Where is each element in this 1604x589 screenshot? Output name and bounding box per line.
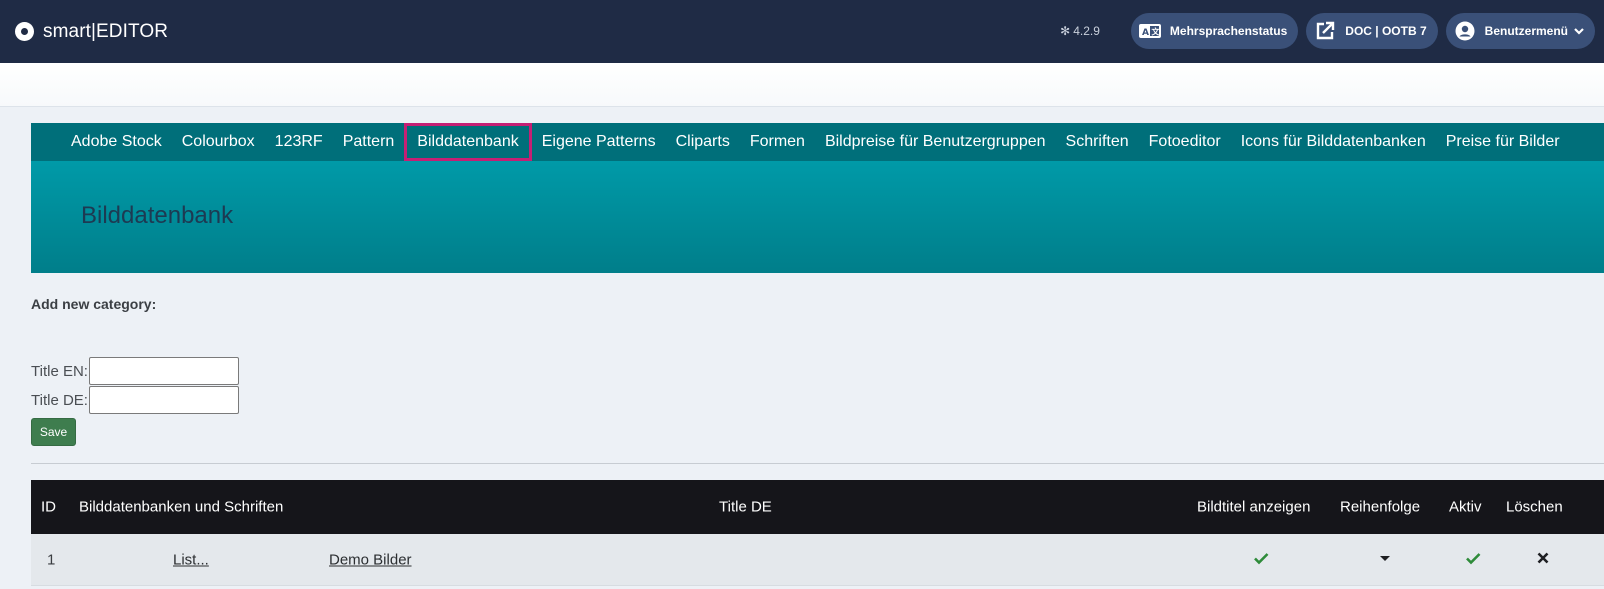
nav-bilddatenbank[interactable]: Bilddatenbank: [404, 123, 532, 161]
doc-ootb-button[interactable]: DOC | OOTB 7: [1306, 13, 1438, 49]
nav-123rf[interactable]: 123RF: [265, 123, 333, 161]
version-label: ✻ 4.2.9: [1060, 24, 1100, 38]
row-title-link[interactable]: Demo Bilder: [329, 551, 412, 568]
check-icon[interactable]: [1465, 550, 1481, 570]
col-aktiv[interactable]: Aktiv: [1449, 499, 1482, 516]
page-banner: Bilddatenbank: [31, 161, 1604, 273]
title-de-row: Title DE:: [31, 386, 239, 414]
table-header: ID Bilddatenbanken und Schriften Title D…: [31, 480, 1604, 534]
nav-eigene-patterns[interactable]: Eigene Patterns: [532, 123, 666, 161]
joomla-icon: ✻: [1060, 24, 1071, 38]
external-link-icon: [1313, 19, 1337, 43]
close-icon[interactable]: [1535, 550, 1551, 570]
brand-name: smart|EDITOR: [43, 20, 169, 42]
nav-cliparts[interactable]: Cliparts: [666, 123, 740, 161]
nav-preise[interactable]: Preise für Bilder: [1436, 123, 1570, 161]
language-icon: A文: [1138, 19, 1162, 43]
title-en-input[interactable]: [88, 357, 239, 385]
nav-bildpreise[interactable]: Bildpreise für Benutzergruppen: [815, 123, 1056, 161]
nav-schriften[interactable]: Schriften: [1056, 123, 1139, 161]
user-menu-button[interactable]: Benutzermenü: [1445, 13, 1595, 49]
col-title-de[interactable]: Title DE: [719, 499, 772, 516]
toolbar-area: [0, 63, 1604, 107]
check-icon[interactable]: [1253, 550, 1269, 570]
nav-formen[interactable]: Formen: [740, 123, 815, 161]
title-en-label: Title EN:: [31, 362, 88, 380]
multilanguage-status-button[interactable]: A文 Mehrsprachenstatus: [1130, 13, 1299, 49]
title-de-label: Title DE:: [31, 391, 88, 409]
category-table: ID Bilddatenbanken und Schriften Title D…: [31, 480, 1604, 586]
svg-text:文: 文: [1151, 27, 1160, 37]
svg-text:A: A: [1142, 28, 1149, 38]
table-row: 1 List... Demo Bilder: [31, 534, 1604, 586]
brand-logo-icon: [15, 22, 34, 41]
nav-fotoeditor[interactable]: Fotoeditor: [1139, 123, 1231, 161]
col-reihenfolge[interactable]: Reihenfolge: [1340, 499, 1420, 516]
user-circle-icon: [1453, 19, 1477, 43]
nav-pattern[interactable]: Pattern: [333, 123, 405, 161]
brand[interactable]: smart|EDITOR: [15, 21, 168, 43]
row-list-link[interactable]: List...: [173, 551, 209, 568]
component-nav: Adobe Stock Colourbox 123RF Pattern Bild…: [31, 123, 1604, 161]
add-category-heading: Add new category:: [31, 296, 157, 312]
save-button[interactable]: Save: [31, 418, 76, 446]
title-de-input[interactable]: [88, 386, 239, 414]
row-id: 1: [47, 551, 56, 568]
divider: [31, 463, 1604, 464]
col-loeschen[interactable]: Löschen: [1506, 499, 1563, 516]
nav-adobe-stock[interactable]: Adobe Stock: [61, 123, 172, 161]
nav-colourbox[interactable]: Colourbox: [172, 123, 265, 161]
caret-down-icon[interactable]: [1377, 550, 1393, 570]
col-bildtitel-anzeigen[interactable]: Bildtitel anzeigen: [1197, 499, 1310, 516]
col-id[interactable]: ID: [41, 499, 56, 516]
col-bilddatenbanken[interactable]: Bilddatenbanken und Schriften: [79, 499, 283, 516]
chevron-down-icon: [1574, 28, 1584, 35]
top-header: smart|EDITOR ✻ 4.2.9 A文 Mehrsprachenstat…: [0, 0, 1604, 63]
title-en-row: Title EN:: [31, 357, 239, 385]
nav-icons[interactable]: Icons für Bilddatenbanken: [1231, 123, 1436, 161]
page-title: Bilddatenbank: [81, 202, 234, 229]
